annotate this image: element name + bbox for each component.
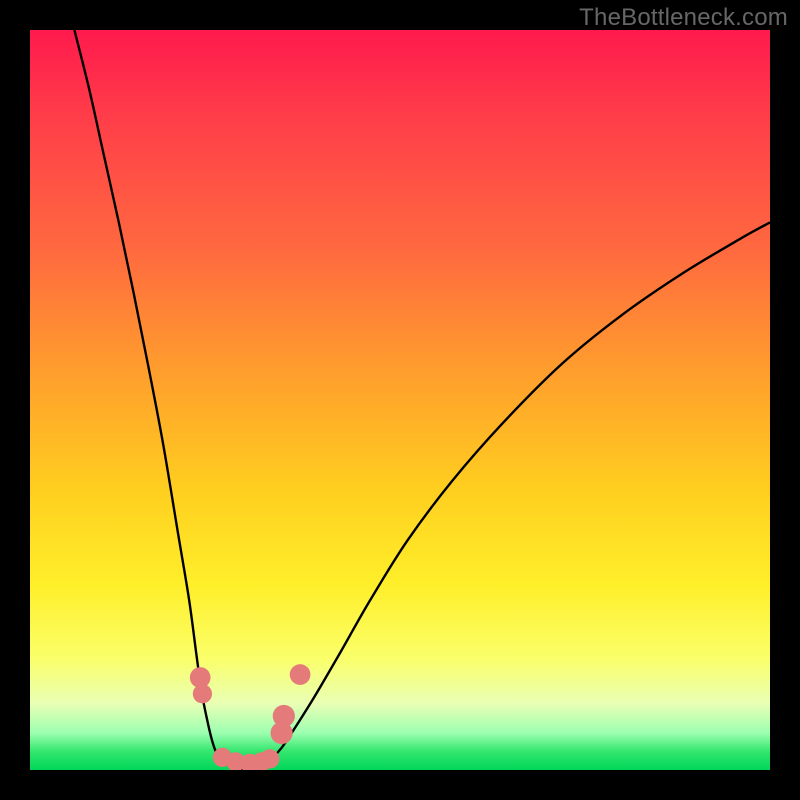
- chart-frame: TheBottleneck.com: [0, 0, 800, 800]
- marker-dot: [273, 705, 295, 727]
- watermark-text: TheBottleneck.com: [579, 4, 788, 32]
- marker-dot: [193, 684, 212, 703]
- right-curve: [252, 222, 770, 770]
- curve-layer: [30, 30, 770, 770]
- marker-dot: [290, 664, 311, 685]
- plot-area: [30, 30, 770, 770]
- marker-dot: [260, 749, 279, 768]
- left-curve: [74, 30, 252, 770]
- scatter-markers: [190, 664, 311, 770]
